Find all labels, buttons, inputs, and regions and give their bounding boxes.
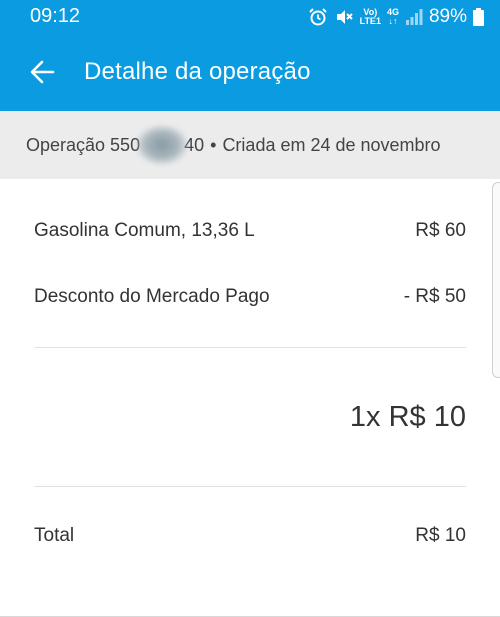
operation-id-prefix: Operação 550 [26, 134, 141, 155]
mute-icon [334, 7, 354, 27]
battery-percent: 89% [428, 5, 467, 27]
status-time: 09:12 [30, 5, 81, 27]
total-label: Total [34, 525, 75, 546]
network-indicator: 4G ↓↑ [387, 7, 399, 26]
redacted-blur [136, 125, 189, 165]
item-value: R$ 60 [415, 219, 466, 241]
installments-amount: 1x R$ 10 [34, 348, 466, 486]
page-title: Detalhe da operação [84, 58, 311, 85]
created-date: Criada em 24 de novembro [222, 134, 441, 155]
alarm-icon [308, 7, 328, 27]
discount-label: Desconto do Mercado Pago [34, 285, 270, 307]
battery-icon [473, 7, 484, 26]
signal-icon [405, 8, 423, 25]
operation-details: Gasolina Comum, 13,36 L R$ 60 Desconto d… [0, 179, 500, 547]
network-arrows: ↓↑ [388, 15, 398, 26]
discount-value: - R$ 50 [403, 285, 466, 307]
volte-indicator: Vo) LTE1 [359, 7, 381, 26]
status-bar: 09:12 Vo) LTE1 4G ↓↑ 89% [0, 0, 500, 33]
volte-bottom: LTE1 [359, 15, 381, 26]
app-bar: Detalhe da operação [0, 33, 500, 111]
arrow-left-icon [30, 60, 55, 84]
item-label: Gasolina Comum, 13,36 L [34, 219, 255, 241]
total-value: R$ 10 [415, 525, 466, 546]
separator-dot: • [210, 134, 217, 155]
list-item: Desconto do Mercado Pago - R$ 50 [34, 242, 466, 307]
scroll-handle[interactable] [492, 182, 500, 378]
back-button[interactable] [24, 54, 60, 90]
screen: 09:12 Vo) LTE1 4G ↓↑ 89% Detalhe da oper… [0, 0, 500, 617]
status-icons: Vo) LTE1 4G ↓↑ 89% [308, 6, 484, 28]
installments-text: 1x R$ 10 [349, 400, 466, 433]
operation-info: Operação 550 40 • Criada em 24 de novemb… [0, 111, 500, 179]
list-item: Gasolina Comum, 13,36 L R$ 60 [34, 179, 466, 242]
total-row: Total R$ 10 [34, 487, 466, 547]
